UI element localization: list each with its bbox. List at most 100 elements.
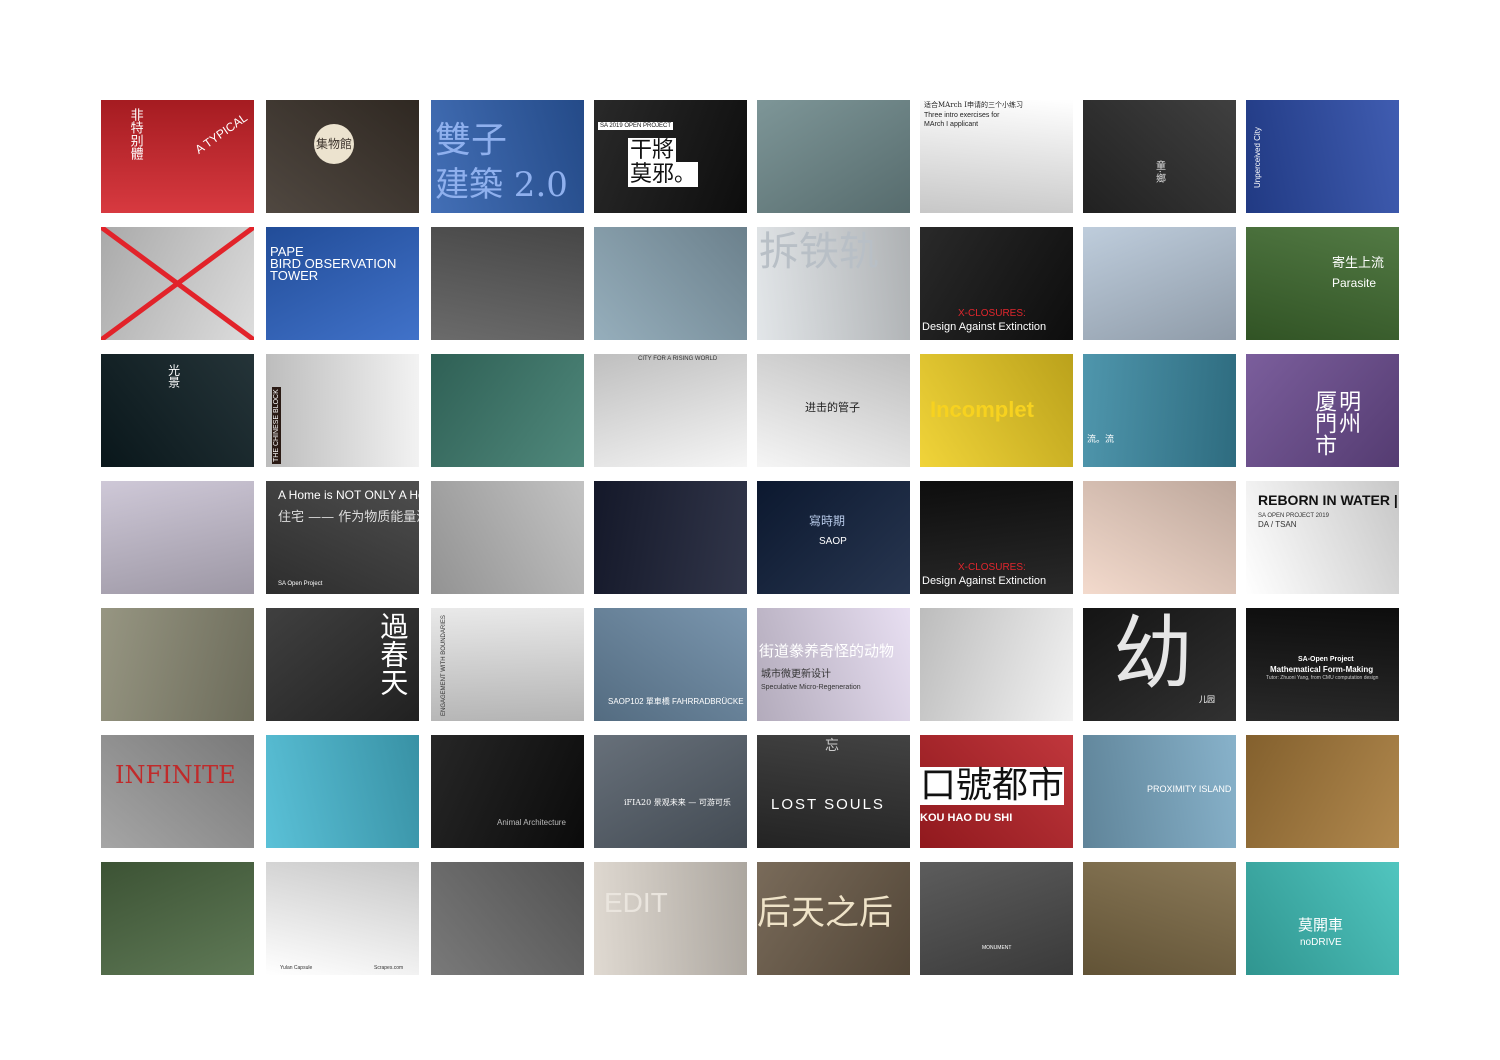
project-thumbnail[interactable]: CITY FOR A RISING WORLD [594, 354, 747, 467]
thumbnail-title: 厦門市 [1311, 390, 1337, 456]
project-thumbnail[interactable]: THE CHINESE BLOCK [266, 354, 419, 467]
project-thumbnail[interactable]: X-CLOSURES: Design Against Extinction [920, 481, 1073, 594]
thumbnail-title: 干將 [628, 138, 677, 164]
project-thumbnail[interactable] [594, 227, 747, 340]
thumbnail-title: 幼 [1113, 608, 1193, 700]
project-thumbnail[interactable]: PAPE BIRD OBSERVATION TOWER [266, 227, 419, 340]
thumbnail-title: MONUMENT [982, 945, 1012, 951]
thumbnail-image [431, 735, 584, 848]
project-thumbnail[interactable]: 莫開車 noDRIVE [1246, 862, 1399, 975]
project-thumbnail[interactable] [920, 608, 1073, 721]
project-thumbnail[interactable]: Animal Architecture [431, 735, 584, 848]
project-thumbnail[interactable]: MONUMENT [920, 862, 1073, 975]
thumbnail-image [101, 862, 254, 975]
project-thumbnail[interactable] [101, 227, 254, 340]
project-thumbnail[interactable]: 過春天 [266, 608, 419, 721]
thumbnail-title: 住宅 —— 作为物质能量流 [278, 510, 419, 525]
thumbnail-title: Speculative Micro-Regeneration [761, 684, 861, 691]
thumbnail-title: ENGAGEMENT WITH BOUNDARIES [441, 615, 447, 716]
project-thumbnail[interactable]: 口號都市 KOU HAO DU SHI [920, 735, 1073, 848]
project-thumbnail[interactable]: 寫時期 SAOP [757, 481, 910, 594]
project-thumbnail[interactable]: 后天之后 [757, 862, 910, 975]
project-thumbnail[interactable]: 拆铁轨 [757, 227, 910, 340]
thumbnail-title: SA Open Project [278, 581, 323, 587]
thumbnail-title: A Home is NOT ONLY A Ho [278, 488, 419, 502]
project-thumbnail[interactable] [1083, 481, 1236, 594]
thumbnail-image [101, 481, 254, 594]
project-thumbnail[interactable] [101, 608, 254, 721]
thumbnail-title: Design Against Extinction [922, 321, 1047, 333]
project-thumbnail[interactable] [1083, 227, 1236, 340]
thumbnail-image [101, 735, 254, 848]
thumbnail-image [1083, 862, 1236, 975]
thumbnail-grid: 非特别體 A TYPICAL 集物館 雙子 建築 2.0 SA 2019 OPEN PRO… [101, 100, 1399, 976]
project-thumbnail[interactable] [101, 481, 254, 594]
project-thumbnail[interactable] [1246, 735, 1399, 848]
project-thumbnail[interactable]: 光景 [101, 354, 254, 467]
project-thumbnail[interactable]: A Home is NOT ONLY A Ho 住宅 —— 作为物质能量流 SA O… [266, 481, 419, 594]
project-thumbnail[interactable]: 寄生上流 Parasite [1246, 227, 1399, 340]
thumbnail-title: 进击的管子 [805, 401, 860, 414]
project-thumbnail[interactable]: 幼儿园 [1083, 608, 1236, 721]
thumbnail-image [266, 735, 419, 848]
thumbnail-title: Tutor: Zhuoni Yang, from CMU computation… [1266, 675, 1379, 681]
thumbnail-image [594, 862, 747, 975]
project-thumbnail[interactable]: Yulan Capsule Scrapes.com [266, 862, 419, 975]
project-thumbnail[interactable]: 适合MArch I申请的三个小练习 Three intro exercises f… [920, 100, 1073, 213]
project-thumbnail[interactable]: 进击的管子 [757, 354, 910, 467]
project-thumbnail[interactable]: Unperceived City [1246, 100, 1399, 213]
project-thumbnail[interactable]: EDIT [594, 862, 747, 975]
thumbnail-title: Animal Architecture [497, 818, 566, 827]
project-thumbnail[interactable]: 集物館 [266, 100, 419, 213]
project-thumbnail[interactable]: SA-Open Project Mathematical Form-Making T… [1246, 608, 1399, 721]
thumbnail-title: 拆铁轨 [759, 229, 879, 275]
thumbnail-image [594, 735, 747, 848]
thumbnail-title: SAOP [819, 536, 847, 547]
thumbnail-title: REBORN IN WATER | [1258, 492, 1398, 508]
project-thumbnail[interactable]: 忘 LOST SOULS [757, 735, 910, 848]
thumbnail-image [431, 862, 584, 975]
thumbnail-title: 流。流 [1087, 435, 1115, 445]
thumbnail-title: PROXIMITY ISLAND [1147, 784, 1232, 794]
project-thumbnail[interactable] [594, 481, 747, 594]
thumbnail-title: EDIT [604, 887, 668, 918]
project-thumbnail[interactable]: 街道豢养奇怪的动物 城市微更新设计 Speculative Micro-Regene… [757, 608, 910, 721]
project-thumbnail[interactable] [757, 100, 910, 213]
thumbnail-title: 口號都市 [920, 765, 1065, 806]
thumbnail-image [1246, 100, 1399, 213]
project-thumbnail[interactable]: ENGAGEMENT WITH BOUNDARIES [431, 608, 584, 721]
project-thumbnail[interactable]: REBORN IN WATER | SA OPEN PROJECT 2019 DA … [1246, 481, 1399, 594]
project-thumbnail[interactable]: SA 2019 OPEN PROJECT 干將 莫邪。 [594, 100, 747, 213]
thumbnail-title: iFIA20 景观未来 — 可游可乐 [624, 798, 731, 807]
thumbnail-image [431, 481, 584, 594]
project-thumbnail[interactable]: 明州 厦門市 [1246, 354, 1399, 467]
project-thumbnail[interactable]: 非特别體 A TYPICAL [101, 100, 254, 213]
thumbnail-image [101, 608, 254, 721]
thumbnail-title: Scrapes.com [374, 965, 404, 971]
project-thumbnail[interactable] [431, 862, 584, 975]
thumbnail-title: 寄生上流 [1332, 256, 1385, 271]
project-thumbnail[interactable] [266, 735, 419, 848]
project-thumbnail[interactable]: 童·鄉 [1083, 100, 1236, 213]
project-thumbnail[interactable] [431, 227, 584, 340]
thumbnail-title: noDRIVE [1300, 937, 1342, 948]
project-thumbnail[interactable] [1083, 862, 1236, 975]
project-thumbnail[interactable]: 流。流 [1083, 354, 1236, 467]
project-thumbnail[interactable]: PROXIMITY ISLAND [1083, 735, 1236, 848]
project-thumbnail[interactable]: SAOP102 單車橋 FAHRRADBRÜCKE [594, 608, 747, 721]
project-thumbnail[interactable]: INFINITE [101, 735, 254, 848]
project-thumbnail[interactable] [431, 481, 584, 594]
project-thumbnail[interactable] [101, 862, 254, 975]
project-thumbnail[interactable]: iFIA20 景观未来 — 可游可乐 [594, 735, 747, 848]
thumbnail-title: 忘 [825, 738, 839, 754]
thumbnail-title: 雙子 [435, 120, 508, 161]
project-thumbnail[interactable]: Incomplet [920, 354, 1073, 467]
thumbnail-image [757, 100, 910, 213]
thumbnail-title: 寫時期 [809, 514, 846, 528]
project-thumbnail[interactable]: X-CLOSURES: Design Against Extinction [920, 227, 1073, 340]
thumbnail-title: DA / TSAN [1258, 520, 1297, 529]
thumbnail-title: 儿园 [1199, 695, 1215, 704]
project-thumbnail[interactable]: 雙子 建築 2.0 [431, 100, 584, 213]
project-thumbnail[interactable] [431, 354, 584, 467]
thumbnail-image [431, 227, 584, 340]
